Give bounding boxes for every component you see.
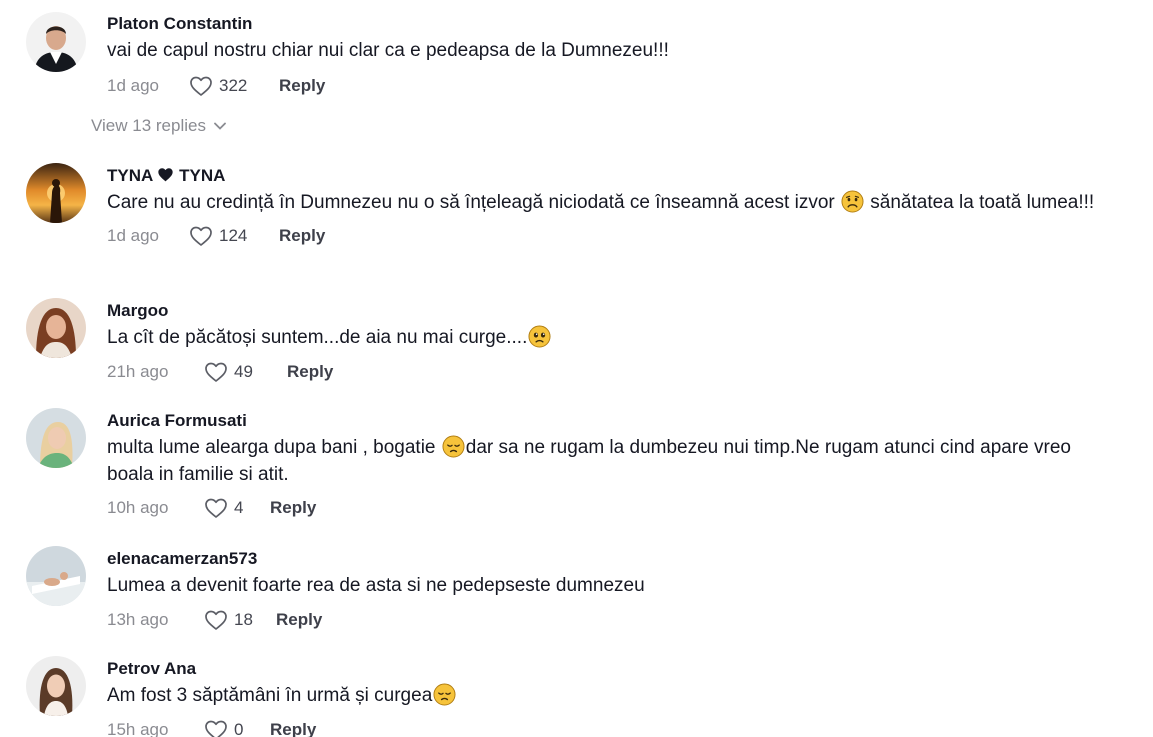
comment-username[interactable]: Petrov Ana bbox=[107, 658, 1097, 680]
pleading-face-emoji bbox=[528, 325, 551, 348]
view-replies-label: View 13 replies bbox=[91, 116, 206, 135]
comment-text-part: Am fost 3 săptămâni în urmă și curgea bbox=[107, 685, 433, 706]
like-count: 124 bbox=[219, 226, 248, 245]
comment-text: Am fost 3 săptămâni în urmă și curgea bbox=[107, 682, 1097, 709]
avatar[interactable] bbox=[26, 656, 86, 716]
comment-meta: 21h ago 49 Reply bbox=[107, 358, 1097, 386]
reply-button[interactable]: Reply bbox=[276, 610, 322, 630]
comment-meta: 13h ago 18 Reply bbox=[107, 606, 1097, 634]
view-replies-button[interactable]: View 13 replies bbox=[91, 116, 226, 136]
avatar[interactable] bbox=[26, 546, 86, 606]
avatar[interactable] bbox=[26, 298, 86, 358]
sad-face-emoji bbox=[841, 190, 864, 213]
reply-button[interactable]: Reply bbox=[279, 76, 325, 96]
reply-button[interactable]: Reply bbox=[270, 498, 316, 518]
heart-outline-icon bbox=[190, 76, 212, 96]
comment-time: 1d ago bbox=[107, 76, 159, 95]
like-button[interactable]: 18 bbox=[204, 609, 268, 631]
like-button[interactable]: 4 bbox=[204, 497, 262, 519]
comment-username[interactable]: TYNA TYNA bbox=[107, 165, 1097, 187]
comment-meta: 15h ago 0 Reply bbox=[107, 716, 1097, 737]
black-heart-icon bbox=[158, 168, 174, 182]
comment-text-part: sănătatea la toată lumea!!! bbox=[870, 192, 1095, 213]
like-count: 0 bbox=[234, 720, 244, 737]
avatar[interactable] bbox=[26, 12, 86, 72]
comment-text-part: La cît de păcătoși suntem...de aia nu ma… bbox=[107, 327, 528, 348]
like-button[interactable]: 124 bbox=[189, 225, 259, 247]
like-button[interactable]: 322 bbox=[189, 75, 259, 97]
comment-text-part: multa lume alearga dupa bani , bogatie bbox=[107, 437, 436, 458]
heart-outline-icon bbox=[190, 226, 212, 246]
comment-text-part: Care nu au credință în Dumnezeu nu o să … bbox=[107, 192, 835, 213]
reply-button[interactable]: Reply bbox=[270, 720, 316, 737]
comment-time: 15h ago bbox=[107, 720, 169, 737]
comment-meta: 1d ago 124 Reply bbox=[107, 222, 1097, 250]
avatar[interactable] bbox=[26, 163, 86, 223]
heart-outline-icon bbox=[205, 362, 227, 382]
reply-button[interactable]: Reply bbox=[279, 226, 325, 246]
reply-button[interactable]: Reply bbox=[287, 362, 333, 382]
like-count: 18 bbox=[234, 610, 253, 629]
comment-username[interactable]: elenacamerzan573 bbox=[107, 548, 1097, 570]
like-button[interactable]: 49 bbox=[204, 361, 274, 383]
comment-time: 13h ago bbox=[107, 610, 169, 629]
like-count: 4 bbox=[234, 498, 244, 517]
heart-outline-icon bbox=[205, 610, 227, 630]
like-button[interactable]: 0 bbox=[204, 719, 262, 737]
comment-username[interactable]: Margoo bbox=[107, 300, 1097, 322]
username-part: TYNA bbox=[179, 166, 226, 185]
comment-text: La cît de păcătoși suntem...de aia nu ma… bbox=[107, 324, 1097, 351]
chevron-down-icon bbox=[214, 122, 226, 130]
comment-meta: 10h ago 4 Reply bbox=[107, 494, 1097, 522]
comment-text: Lumea a devenit foarte rea de asta si ne… bbox=[107, 575, 645, 596]
comment-meta: 1d ago 322 Reply bbox=[107, 72, 1097, 100]
like-count: 322 bbox=[219, 76, 248, 95]
heart-outline-icon bbox=[205, 720, 227, 737]
comment-text: multa lume alearga dupa bani , bogatie d… bbox=[107, 434, 1097, 488]
like-count: 49 bbox=[234, 362, 253, 381]
comment-time: 21h ago bbox=[107, 362, 169, 381]
pensive-face-emoji bbox=[442, 435, 465, 458]
comment-time: 10h ago bbox=[107, 498, 169, 517]
username-part: TYNA bbox=[107, 166, 153, 185]
avatar[interactable] bbox=[26, 408, 86, 468]
comment-text: Care nu au credință în Dumnezeu nu o să … bbox=[107, 189, 1097, 216]
comment-list: Platon Constantin vai de capul nostru ch… bbox=[0, 0, 1153, 737]
pensive-face-emoji bbox=[433, 683, 456, 706]
comment-username[interactable]: Aurica Formusati bbox=[107, 410, 1097, 432]
comment-time: 1d ago bbox=[107, 226, 159, 245]
comment-username[interactable]: Platon Constantin bbox=[107, 13, 1097, 35]
comment-text: vai de capul nostru chiar nui clar ca e … bbox=[107, 40, 669, 61]
heart-outline-icon bbox=[205, 498, 227, 518]
